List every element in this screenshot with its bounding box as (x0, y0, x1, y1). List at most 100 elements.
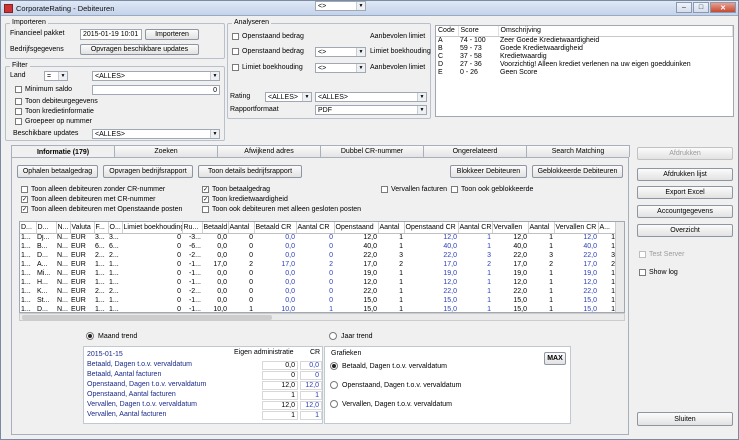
maand-trend-radio[interactable]: Maand trend (86, 332, 137, 340)
grid-horizontal-scrollbar[interactable] (19, 313, 625, 321)
analyse-row-1-operator[interactable]: <> ▼ (315, 1, 366, 11)
toon-debiteurgegevens-checkbox[interactable]: Toon debiteurgegevens (15, 98, 98, 105)
option-toon-betaalgedrag-checkbox[interactable]: ✓ Toon betaalgedrag (202, 186, 270, 193)
minimum-saldo-checkbox[interactable]: Minimum saldo (15, 86, 72, 93)
sluiten-button[interactable]: Sluiten (637, 412, 733, 426)
table-row[interactable]: 1... B... N... EUR 6... 6... 0 -6... 0,0 0 0,0 0 40,… (20, 242, 616, 251)
tab-afwijkend-adres[interactable]: Afwijkend adres (217, 145, 321, 157)
maximize-icon[interactable]: □ (693, 2, 709, 13)
table-row[interactable]: 1... D... N... EUR 2... 2... 0 -2... 0,0 0 0,0 0 22,… (20, 251, 616, 260)
grid-cell: 0,0 (217, 279, 227, 286)
max-button[interactable]: MAX (544, 352, 566, 365)
grid-header-cell[interactable]: Openstaand CR (404, 222, 459, 234)
rapportformaat-select[interactable]: PDF ▼ (315, 105, 427, 115)
grid-vertical-scrollbar[interactable] (615, 222, 624, 312)
code-row[interactable]: C 37 - 58 Kredietwaardig (436, 53, 733, 61)
grid-header-cell[interactable]: Vervallen (492, 222, 529, 234)
grid-header-cell[interactable]: Aantal CR (458, 222, 493, 234)
grid-cell: N... (57, 252, 68, 259)
trend-row-label: Openstaand, Aantal facturen (87, 391, 176, 398)
table-row[interactable]: 1... H... N... EUR 1... 1... 0 -1... 0,0 0 0,0 0 12,… (20, 278, 616, 287)
grafiek-openstaand-radio[interactable]: Openstaand, Dagen t.o.v. vervaldatum (330, 381, 461, 389)
tab-zoeken[interactable]: Zoeken (114, 145, 218, 157)
grid-header-cell[interactable]: Openstaand (334, 222, 379, 234)
grid-header-cell[interactable]: O... (108, 222, 123, 234)
show-log-checkbox[interactable]: Show log (639, 269, 678, 276)
table-row[interactable]: 1... Mi... N... EUR 1... 1... 0 -1... 0,0 0 0,0 0 19… (20, 269, 616, 278)
opvragen-updates-button[interactable]: Opvragen beschikbare updates (80, 44, 199, 55)
close-icon[interactable]: ✕ (710, 2, 736, 13)
code-row[interactable]: B 59 - 73 Goede Kredietwaardigheid (436, 45, 733, 53)
financieel-pakket-field[interactable]: 2015-01-19 10:01 (80, 29, 142, 40)
grid-header-cell[interactable]: A... (598, 222, 617, 234)
blokkeer-debiteuren-button[interactable]: Blokkeer Debiteuren (450, 165, 527, 178)
table-row[interactable]: 1... D... N... EUR 1... 1... 0 -1... 10,0 1 10,0 1 1… (20, 305, 616, 312)
overzicht-button[interactable]: Overzicht (637, 224, 733, 237)
importeren-button[interactable]: Importeren (145, 29, 199, 40)
grid-header-cell[interactable]: Aantal (378, 222, 405, 234)
grafiek-vervallen-radio[interactable]: Vervallen, Dagen t.o.v. vervaldatum (330, 400, 452, 408)
option-toon-kredietwaardigheid-checkbox[interactable]: ✓ Toon kredietwaardigheid (202, 196, 288, 203)
option-toon-geblokkeerde-checkbox[interactable]: Toon ook geblokkeerde (451, 186, 533, 193)
minimum-saldo-input[interactable]: 0 (92, 85, 220, 95)
trend-col-eigen: Eigen administratie (234, 349, 294, 356)
analyse-row-3-operator[interactable]: <> ▼ (315, 63, 366, 73)
option-gesloten-posten-checkbox[interactable]: Toon ook debiteuren met alleen gesloten … (202, 206, 361, 213)
option-met-cr-checkbox[interactable]: ✓ Toon alleen debiteuren met CR-nummer (21, 196, 156, 203)
grid-cell: A... (37, 261, 48, 268)
grid-header-cell[interactable]: Betaald CR (254, 222, 297, 234)
option-vervallen-facturen-checkbox[interactable]: Vervallen facturen (381, 186, 447, 193)
grid-header-cell[interactable]: Vervallen CR (554, 222, 599, 234)
jaar-trend-radio[interactable]: Jaar trend (329, 332, 373, 340)
grid-header-cell[interactable]: Aantal (228, 222, 255, 234)
rating-select[interactable]: <ALLES> ▼ (315, 92, 427, 102)
scroll-thumb[interactable] (22, 315, 272, 320)
debiteuren-grid[interactable]: D... D... N... Valuta F... O... Limiet boekhou… (19, 221, 625, 313)
rating-operator-select[interactable]: <ALLES> ▼ (265, 92, 312, 102)
test-server-checkbox[interactable]: Test Server (639, 251, 684, 258)
grid-header-cell[interactable]: Limiet boekhouding (122, 222, 183, 234)
option-openstaande-posten-checkbox[interactable]: ✓ Toon alleen debiteuren met Openstaande … (21, 206, 182, 213)
grid-header-cell[interactable]: Aantal (528, 222, 555, 234)
grid-header-cell[interactable]: Ru... (182, 222, 203, 234)
geblokkeerde-debiteuren-button[interactable]: Geblokkeerde Debiteuren (532, 165, 623, 178)
grafiek-betaald-radio[interactable]: Betaald, Dagen t.o.v. vervaldatum (330, 362, 447, 370)
land-operator-select[interactable]: = ▼ (44, 71, 68, 81)
accountgegevens-button[interactable]: Accountgegevens (637, 205, 733, 218)
table-row[interactable]: 1... K... N... EUR 2... 2... 0 -2... 0,0 0 0,0 0 22,… (20, 287, 616, 296)
analyse-row-2-checkbox[interactable]: Openstaand bedrag (232, 48, 304, 55)
grid-header-cell[interactable]: N... (56, 222, 71, 234)
grid-header-cell[interactable]: D... (20, 222, 37, 234)
grid-header-cell[interactable]: Betaald (202, 222, 229, 234)
groepeer-op-nummer-checkbox[interactable]: Groepeer op nummer (15, 118, 92, 125)
toon-details-bedrijfsrapport-button[interactable]: Toon details bedrijfsrapport (198, 165, 302, 178)
ophalen-betaalgedrag-button[interactable]: Ophalen betaalgedrag (17, 165, 98, 178)
code-row[interactable]: E 0 - 26 Geen Score (436, 69, 733, 77)
code-row[interactable]: A 74 - 100 Zeer Goede Kredietwaardigheid (436, 36, 733, 45)
analyse-row-1-checkbox[interactable]: Openstaand bedrag (232, 33, 304, 40)
afdrukken-lijst-button[interactable]: Afdrukken lijst (637, 168, 733, 181)
toon-kredietinformatie-checkbox[interactable]: Toon kredietinformatie (15, 108, 94, 115)
grid-header-cell[interactable]: Valuta (70, 222, 95, 234)
option-zonder-cr-checkbox[interactable]: Toon alleen debiteuren zonder CR-nummer (21, 186, 165, 193)
tab-search-matching[interactable]: Search Matching (526, 145, 630, 157)
table-row[interactable]: 1... St... N... EUR 1... 1... 0 -1... 0,0 0 0,0 0 15… (20, 296, 616, 305)
analyse-row-2-operator[interactable]: <> ▼ (315, 47, 366, 57)
export-excel-button[interactable]: Export Excel (637, 186, 733, 199)
opvragen-bedrijfsrapport-button[interactable]: Opvragen bedrijfsrapport (103, 165, 193, 178)
analyse-row-3-checkbox[interactable]: Limiet boekhouding (232, 64, 303, 71)
code-row[interactable]: D 27 - 36 Voorzichtig! Alleen krediet verl… (436, 61, 733, 69)
grid-header-cell[interactable]: F... (94, 222, 109, 234)
grid-header-cell[interactable]: D... (36, 222, 57, 234)
grid-cell: 1 (399, 234, 403, 242)
grid-header-cell[interactable]: Aantal CR (296, 222, 335, 234)
tab-dubbel-cr-nummer[interactable]: Dubbel CR-nummer (320, 145, 424, 157)
table-row[interactable]: 1... Dj... N... EUR 3... 3... 0 -3... 0,0 0 0,0 0 12… (20, 233, 616, 242)
table-row[interactable]: 1... A... N... EUR 1... 1... 0 -1... 17,0 2 17,0 2 1… (20, 260, 616, 269)
beschikbare-updates-select[interactable]: <ALLES> ▼ (92, 129, 220, 139)
tab-ongerelateerd[interactable]: Ongerelateerd (423, 145, 527, 157)
land-select[interactable]: <ALLES> ▼ (92, 71, 220, 81)
afdrukken-button[interactable]: Afdrukken (637, 147, 733, 160)
minimize-icon[interactable]: – (676, 2, 692, 13)
rating-codes-list[interactable]: Code Score Omschrijving A 74 - 100 Zeer Go… (435, 25, 734, 117)
